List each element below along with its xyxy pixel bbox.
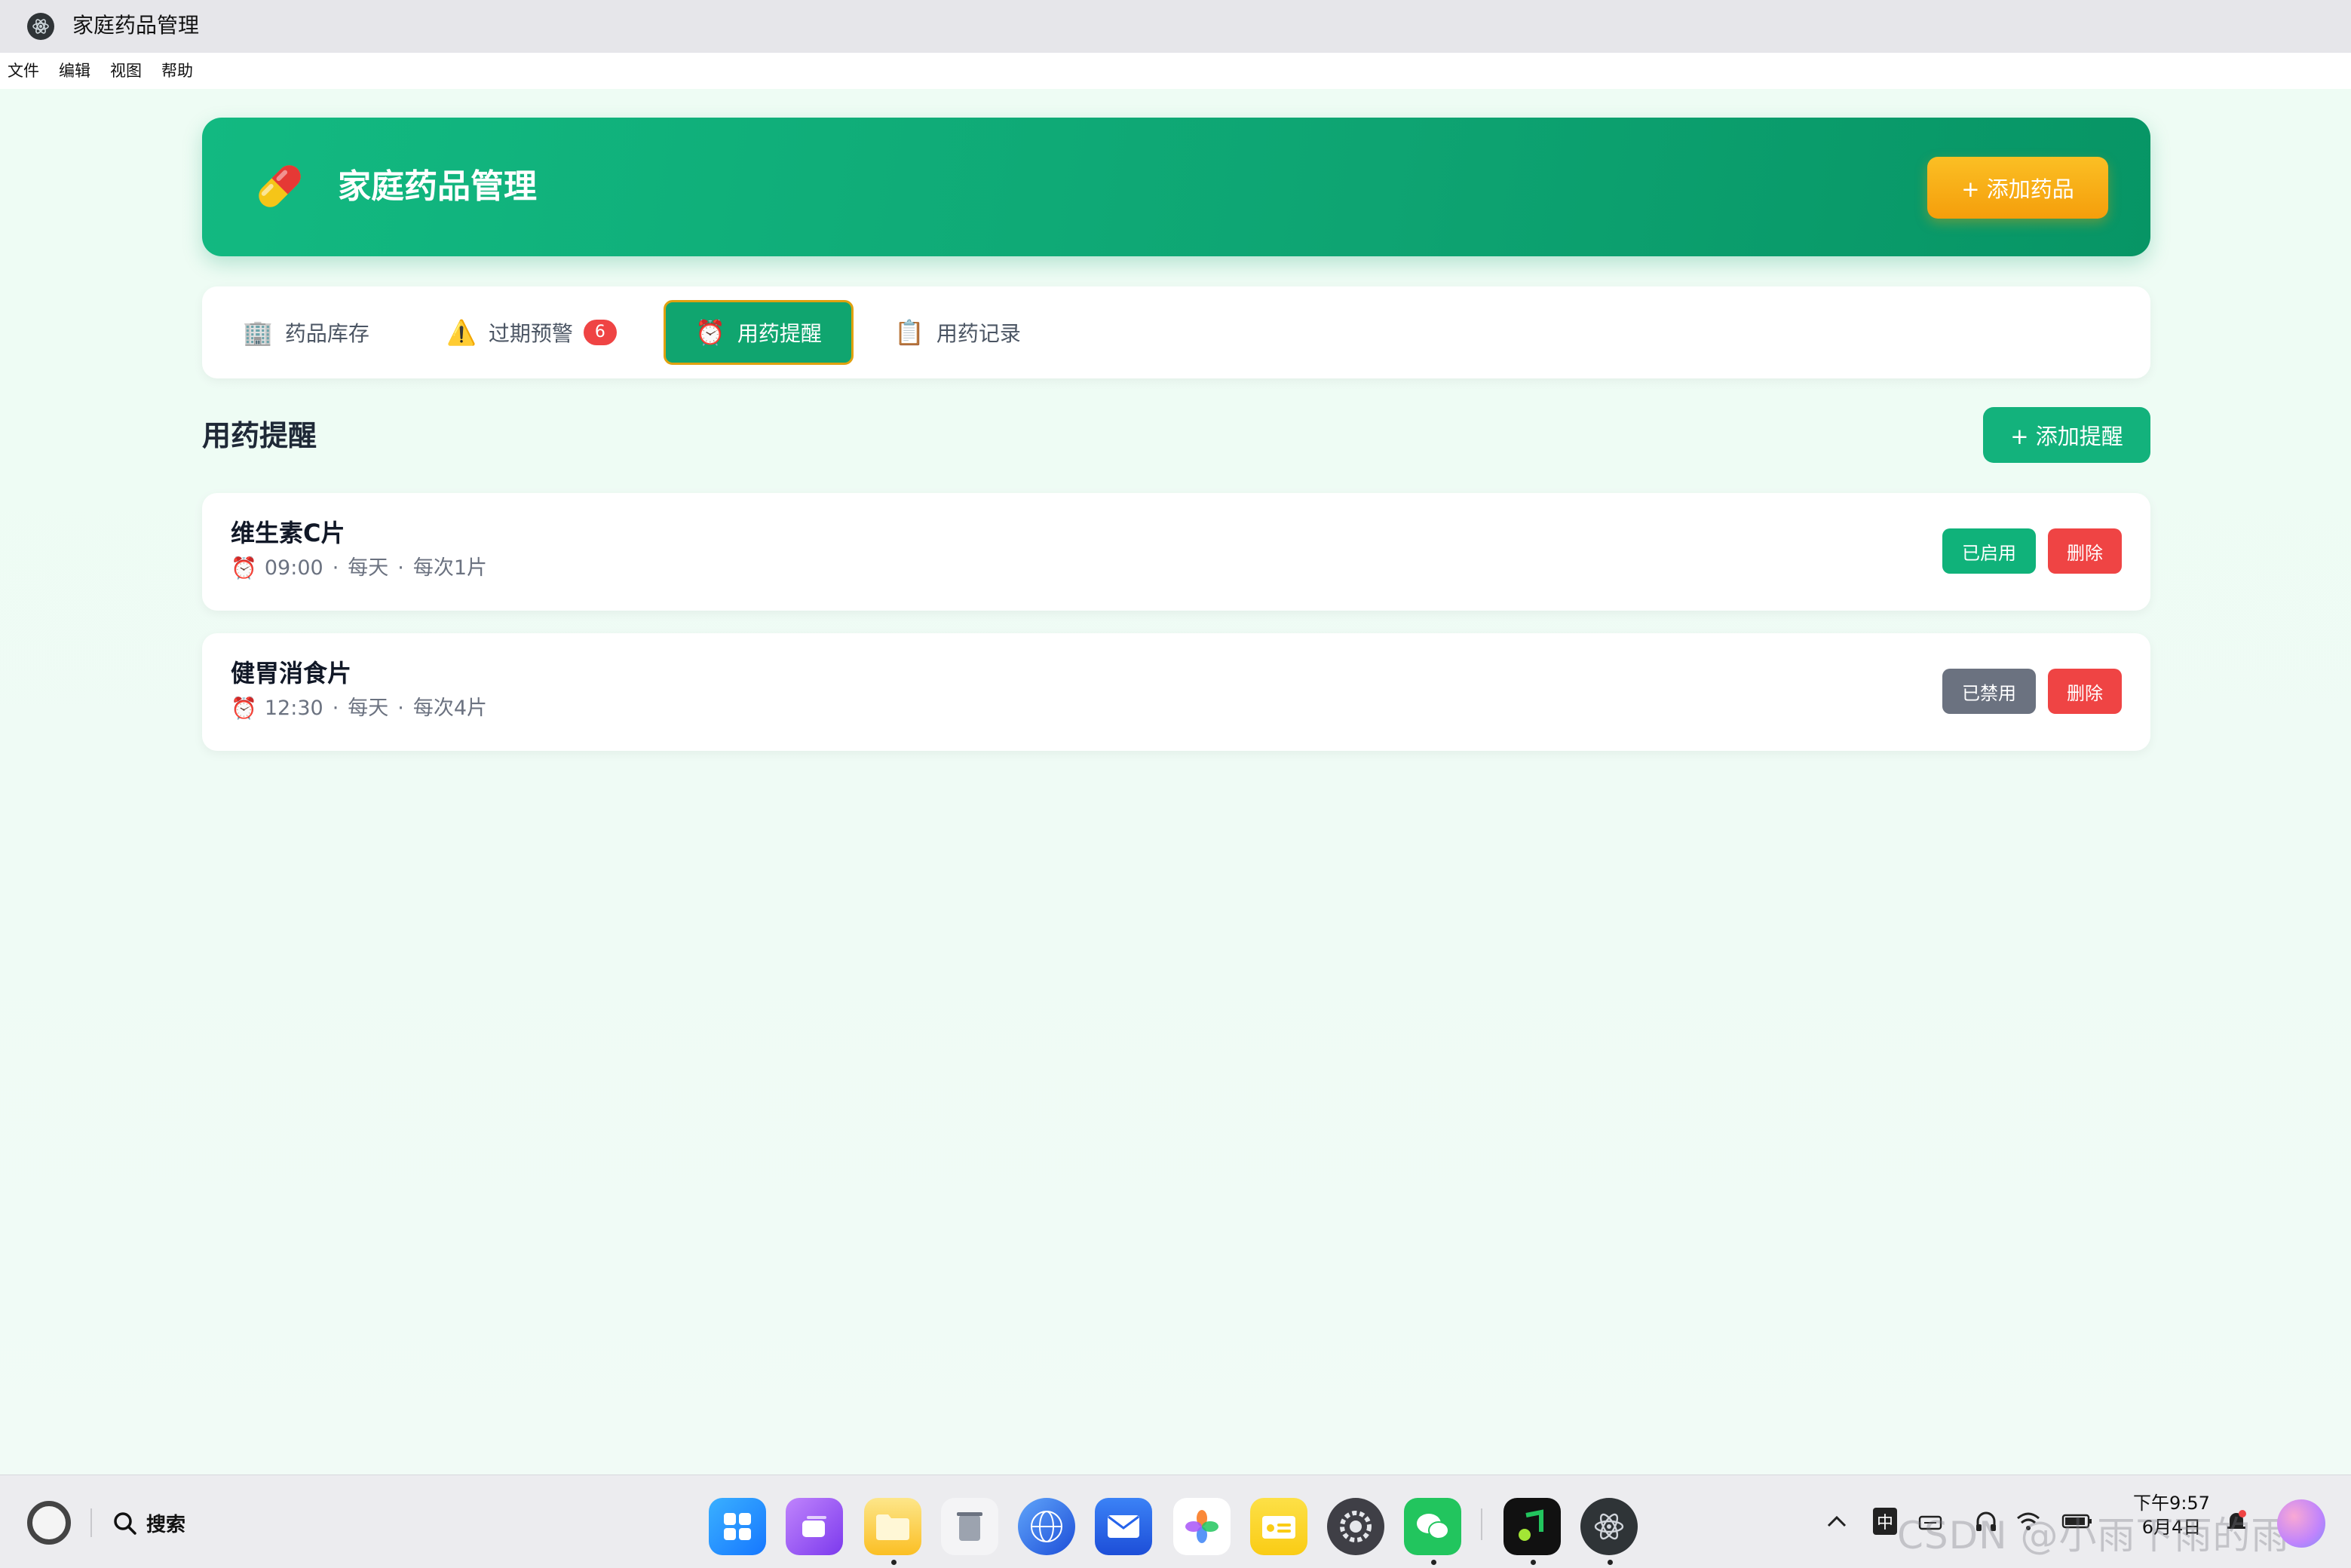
reminder-delete-button[interactable]: 删除 bbox=[2048, 528, 2122, 574]
reminder-name: 维生素C片 bbox=[231, 519, 345, 547]
electron-app-icon[interactable] bbox=[1580, 1498, 1638, 1555]
reminder-name: 健胃消食片 bbox=[231, 659, 352, 688]
menu-help[interactable]: 帮助 bbox=[161, 53, 193, 89]
reminder-frequency: 每天 bbox=[348, 556, 389, 580]
menu-file[interactable]: 文件 bbox=[8, 53, 39, 89]
add-reminder-button[interactable]: + 添加提醒 bbox=[1983, 407, 2150, 463]
pill-icon bbox=[259, 165, 301, 207]
alarm-clock-icon: ⏰ bbox=[695, 318, 725, 347]
running-indicator bbox=[1531, 1560, 1536, 1565]
menu-view[interactable]: 视图 bbox=[110, 53, 142, 89]
search-label: 搜索 bbox=[146, 1513, 186, 1536]
building-icon: 🏢 bbox=[243, 318, 273, 347]
clipboard-icon: 📋 bbox=[894, 318, 924, 347]
music-icon[interactable] bbox=[1503, 1498, 1561, 1555]
taskbar-search[interactable]: 搜索 bbox=[112, 1505, 185, 1540]
separator-dot: · bbox=[397, 556, 404, 580]
menubar: 文件 编辑 视图 帮助 bbox=[0, 53, 2351, 89]
tab-bar: 🏢 药品库存 ⚠️ 过期预警 6 ⏰ 用药提醒 📋 用药记录 bbox=[202, 286, 2150, 378]
expiry-count-badge: 6 bbox=[583, 320, 617, 345]
reminder-card: 维生素C片 ⏰ 09:00 · 每天 · 每次1片 已启用 删除 bbox=[202, 493, 2150, 611]
main-content: 家庭药品管理 + 添加药品 🏢 药品库存 ⚠️ 过期预警 6 ⏰ 用药提醒 📋 … bbox=[0, 89, 2351, 1475]
tab-expiry-warning[interactable]: ⚠️ 过期预警 6 bbox=[446, 300, 642, 365]
separator-dot: · bbox=[332, 556, 339, 580]
app-icon bbox=[27, 13, 54, 40]
alarm-clock-icon: ⏰ bbox=[231, 556, 257, 580]
reminder-dosage: 每次1片 bbox=[412, 556, 488, 580]
dock-divider bbox=[1481, 1508, 1482, 1540]
section-title: 用药提醒 bbox=[202, 419, 317, 452]
folder-icon[interactable] bbox=[864, 1498, 921, 1555]
tray-expand-chevron-icon[interactable] bbox=[1822, 1502, 1852, 1540]
reminder-status-toggle[interactable]: 已启用 bbox=[1942, 528, 2036, 574]
running-indicator bbox=[1608, 1560, 1613, 1565]
ime-label: 中 bbox=[1872, 1508, 1897, 1535]
tab-expiry-label: 过期预警 bbox=[488, 321, 573, 346]
start-button[interactable] bbox=[27, 1501, 71, 1545]
add-drug-button[interactable]: + 添加药品 bbox=[1927, 157, 2108, 219]
tab-records-label: 用药记录 bbox=[936, 321, 1021, 346]
wechat-icon[interactable] bbox=[1404, 1498, 1461, 1555]
launcher-icon[interactable] bbox=[709, 1498, 766, 1555]
reminder-time: 09:00 bbox=[264, 556, 323, 580]
window-titlebar: 家庭药品管理 bbox=[0, 0, 2351, 53]
reminder-card: 健胃消食片 ⏰ 12:30 · 每天 · 每次4片 已禁用 删除 bbox=[202, 633, 2150, 751]
warning-icon: ⚠️ bbox=[446, 318, 477, 347]
search-icon bbox=[114, 1512, 136, 1535]
tab-records[interactable]: 📋 用药记录 bbox=[894, 300, 1060, 365]
menu-edit[interactable]: 编辑 bbox=[59, 53, 90, 89]
reminder-meta: ⏰ 12:30 · 每天 · 每次4片 bbox=[231, 694, 487, 724]
running-indicator bbox=[891, 1560, 897, 1565]
tab-inventory-label: 药品库存 bbox=[284, 321, 369, 346]
reminder-status-toggle[interactable]: 已禁用 bbox=[1942, 669, 2036, 714]
alarm-clock-icon: ⏰ bbox=[231, 696, 257, 721]
reminder-time: 12:30 bbox=[264, 697, 323, 720]
tab-reminder-label: 用药提醒 bbox=[737, 321, 822, 346]
settings-gear-icon[interactable] bbox=[1327, 1498, 1384, 1555]
separator-dot: · bbox=[332, 697, 339, 720]
mail-icon[interactable] bbox=[1095, 1498, 1152, 1555]
notes-icon[interactable] bbox=[1250, 1498, 1307, 1555]
avatar[interactable] bbox=[2277, 1499, 2325, 1548]
tab-inventory[interactable]: 🏢 药品库存 bbox=[243, 300, 409, 365]
browser-icon[interactable] bbox=[1018, 1498, 1075, 1555]
tab-reminder[interactable]: ⏰ 用药提醒 bbox=[664, 300, 854, 365]
app-title: 家庭药品管理 bbox=[338, 167, 537, 206]
reminder-dosage: 每次4片 bbox=[412, 697, 488, 720]
reminder-frequency: 每天 bbox=[348, 697, 389, 720]
window-title: 家庭药品管理 bbox=[72, 13, 200, 38]
header-card: 家庭药品管理 + 添加药品 bbox=[202, 118, 2150, 256]
taskbar: 搜索 中 下午9:57 6月4日 CSDN @小雨下雨的雨 bbox=[0, 1475, 2351, 1568]
reminder-meta: ⏰ 09:00 · 每天 · 每次1片 bbox=[231, 553, 487, 583]
ime-indicator[interactable]: 中 bbox=[1870, 1502, 1900, 1540]
separator-dot: · bbox=[397, 697, 404, 720]
multitask-icon[interactable] bbox=[786, 1498, 843, 1555]
watermark: CSDN @小雨下雨的雨 bbox=[1897, 1514, 2290, 1557]
trash-icon[interactable] bbox=[941, 1498, 998, 1555]
photos-icon[interactable] bbox=[1173, 1498, 1231, 1555]
reminder-delete-button[interactable]: 删除 bbox=[2048, 669, 2122, 714]
taskbar-divider bbox=[90, 1508, 92, 1537]
running-indicator bbox=[1431, 1560, 1436, 1565]
